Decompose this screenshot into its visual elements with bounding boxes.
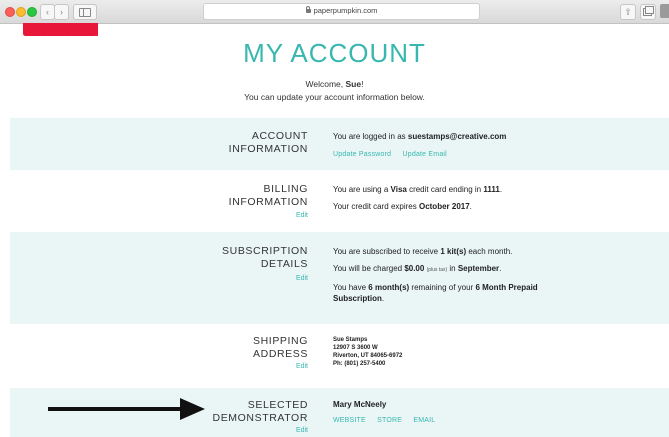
- billing-details: You are using a Visa credit card ending …: [333, 185, 503, 211]
- address-bar-url: paperpumpkin.com: [313, 6, 378, 15]
- chevron-left-icon: ‹: [46, 7, 49, 17]
- subscription-details: You are subscribed to receive 1 kit(s) e…: [333, 247, 538, 303]
- address-bar[interactable]: paperpumpkin.com ↻: [203, 3, 480, 20]
- section-label: SHIPPING ADDRESS: [253, 335, 308, 360]
- account-details: You are logged in as suestamps@creative.…: [333, 132, 507, 158]
- zoom-window-button[interactable]: [27, 7, 37, 17]
- user-first-name: Sue: [345, 79, 362, 89]
- lock-icon: [305, 6, 311, 13]
- demonstrator-website-link[interactable]: WEBSITE: [333, 417, 366, 424]
- section-label: SUBSCRIPTION DETAILS: [222, 245, 308, 270]
- back-button[interactable]: ‹: [40, 4, 55, 20]
- update-password-link[interactable]: Update Password: [333, 151, 391, 158]
- billing-edit-link[interactable]: Edit: [296, 212, 308, 219]
- close-window-button[interactable]: [5, 7, 15, 17]
- toolbar-edge: [660, 4, 669, 18]
- forward-button[interactable]: ›: [54, 4, 69, 20]
- demonstrator-name: Mary McNeely: [333, 400, 387, 409]
- sidebar-icon: [79, 7, 91, 17]
- shipping-address: Sue Stamps 12907 S 3600 W Riverton, UT 8…: [333, 337, 403, 367]
- demonstrator-edit-link[interactable]: Edit: [296, 427, 308, 434]
- account-email: suestamps@creative.com: [407, 132, 507, 141]
- update-email-link[interactable]: Update Email: [403, 151, 447, 158]
- billing-information-section: BILLING INFORMATION Edit You are using a …: [10, 170, 669, 232]
- welcome-subtitle: You can update your account information …: [244, 92, 425, 102]
- account-information-section: ACCOUNT INFORMATION You are logged in as …: [10, 118, 669, 170]
- shipping-address-section: SHIPPING ADDRESS Edit Sue Stamps 12907 S …: [10, 324, 669, 388]
- shipping-edit-link[interactable]: Edit: [296, 363, 308, 370]
- section-label: BILLING INFORMATION: [228, 183, 308, 208]
- subscription-details-section: SUBSCRIPTION DETAILS Edit You are subscri…: [10, 232, 669, 324]
- demonstrator-store-link[interactable]: STORE: [377, 417, 402, 424]
- annotation-arrow-icon: [48, 407, 188, 411]
- sidebar-toggle-button[interactable]: [73, 4, 97, 20]
- selected-demonstrator-section: SELECTED DEMONSTRATOR Edit Mary McNeely W…: [10, 388, 669, 437]
- minimize-window-button[interactable]: [16, 7, 26, 17]
- chevron-right-icon: ›: [60, 7, 63, 17]
- share-button[interactable]: ⇧: [620, 4, 636, 20]
- scalloped-banner-decoration: [23, 23, 98, 39]
- section-label: ACCOUNT INFORMATION: [228, 130, 308, 155]
- share-icon: ⇧: [624, 6, 632, 17]
- browser-toolbar: ‹ › paperpumpkin.com ↻ ⇧: [0, 0, 669, 24]
- demonstrator-email-link[interactable]: EMAIL: [413, 417, 435, 424]
- show-tabs-button[interactable]: [640, 4, 656, 20]
- subscription-edit-link[interactable]: Edit: [296, 275, 308, 282]
- annotation-arrow-head: [180, 398, 205, 420]
- section-label: SELECTED DEMONSTRATOR: [212, 399, 308, 424]
- page-title: MY ACCOUNT: [243, 38, 426, 68]
- demonstrator-details: Mary McNeely WEBSITE STORE EMAIL: [333, 399, 444, 426]
- welcome-message: Welcome, Sue! You can update your accoun…: [0, 78, 669, 104]
